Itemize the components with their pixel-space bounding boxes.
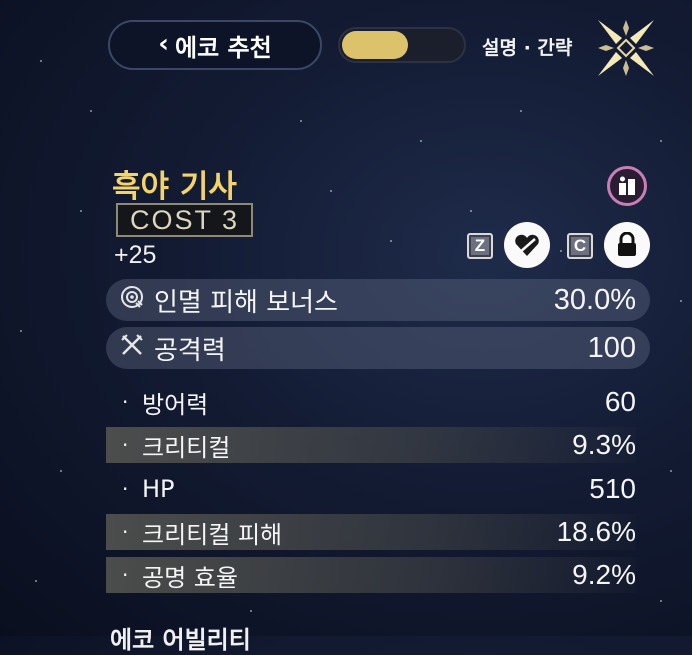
sub-stat-name: 크리티컬 피해 xyxy=(142,520,283,549)
sub-stat-value: 9.2% xyxy=(572,559,636,590)
sub-stat-row: · 방어력 60 xyxy=(106,384,636,420)
echo-ability-section-title: 에코 어빌리티 xyxy=(110,626,251,654)
main-stat-value: 100 xyxy=(587,331,636,364)
sub-stat-name: 방어력 xyxy=(142,390,209,419)
bullet-icon: · xyxy=(122,520,129,544)
sub-stat-value: 510 xyxy=(589,473,636,504)
main-stat-name: 인멸 피해 보너스 xyxy=(154,287,338,318)
view-mode-toggle[interactable] xyxy=(338,27,466,63)
sub-stat-value: 9.3% xyxy=(572,429,636,460)
main-stat-row: 공격력 100 xyxy=(106,327,650,369)
havoc-damage-icon xyxy=(120,285,144,316)
sub-stat-value: 60 xyxy=(604,386,636,417)
sub-stat-row: · HP 510 xyxy=(106,471,636,507)
main-stat-row: 인멸 피해 보너스 30.0% xyxy=(106,279,650,321)
discard-heart-icon xyxy=(515,234,539,256)
sub-stat-row: · 크리티컬 9.3% xyxy=(106,427,636,463)
main-stat-name: 공격력 xyxy=(154,335,226,366)
close-emblem-icon[interactable] xyxy=(594,16,658,80)
sub-stat-row: · 공명 효율 9.2% xyxy=(106,557,636,593)
toggle-knob xyxy=(342,31,408,59)
bullet-icon: · xyxy=(122,390,129,414)
bullet-icon: · xyxy=(122,477,129,501)
attack-crossed-swords-icon xyxy=(120,333,144,364)
lock-hotkey: C xyxy=(567,233,593,259)
echo-level: +25 xyxy=(114,241,157,269)
lock-button[interactable] xyxy=(604,222,650,268)
discard-button[interactable] xyxy=(504,222,550,268)
chevron-left-icon: ‹ xyxy=(158,28,170,59)
lock-icon xyxy=(618,232,636,256)
back-button-label: 에코 추천 xyxy=(175,33,272,62)
sub-stat-name: 크리티컬 xyxy=(142,433,231,462)
bullet-icon: · xyxy=(122,563,129,587)
sub-stat-name: 공명 효율 xyxy=(142,563,238,592)
sub-stat-row: · 크리티컬 피해 18.6% xyxy=(106,514,636,550)
cost-badge: COST 3 xyxy=(116,203,253,237)
main-stat-value: 30.0% xyxy=(553,283,636,316)
echo-name: 흑야 기사 xyxy=(112,169,237,205)
bullet-icon: · xyxy=(122,433,129,457)
sonata-set-icon[interactable] xyxy=(607,166,647,206)
view-mode-label: 설명 · 간략 xyxy=(482,37,573,59)
sub-stat-name: HP xyxy=(142,475,175,503)
back-button[interactable]: ‹ 에코 추천 xyxy=(108,20,322,70)
sub-stat-value: 18.6% xyxy=(556,516,636,547)
discard-hotkey: Z xyxy=(467,233,493,259)
top-bar: ‹ 에코 추천 설명 · 간략 xyxy=(0,0,692,90)
